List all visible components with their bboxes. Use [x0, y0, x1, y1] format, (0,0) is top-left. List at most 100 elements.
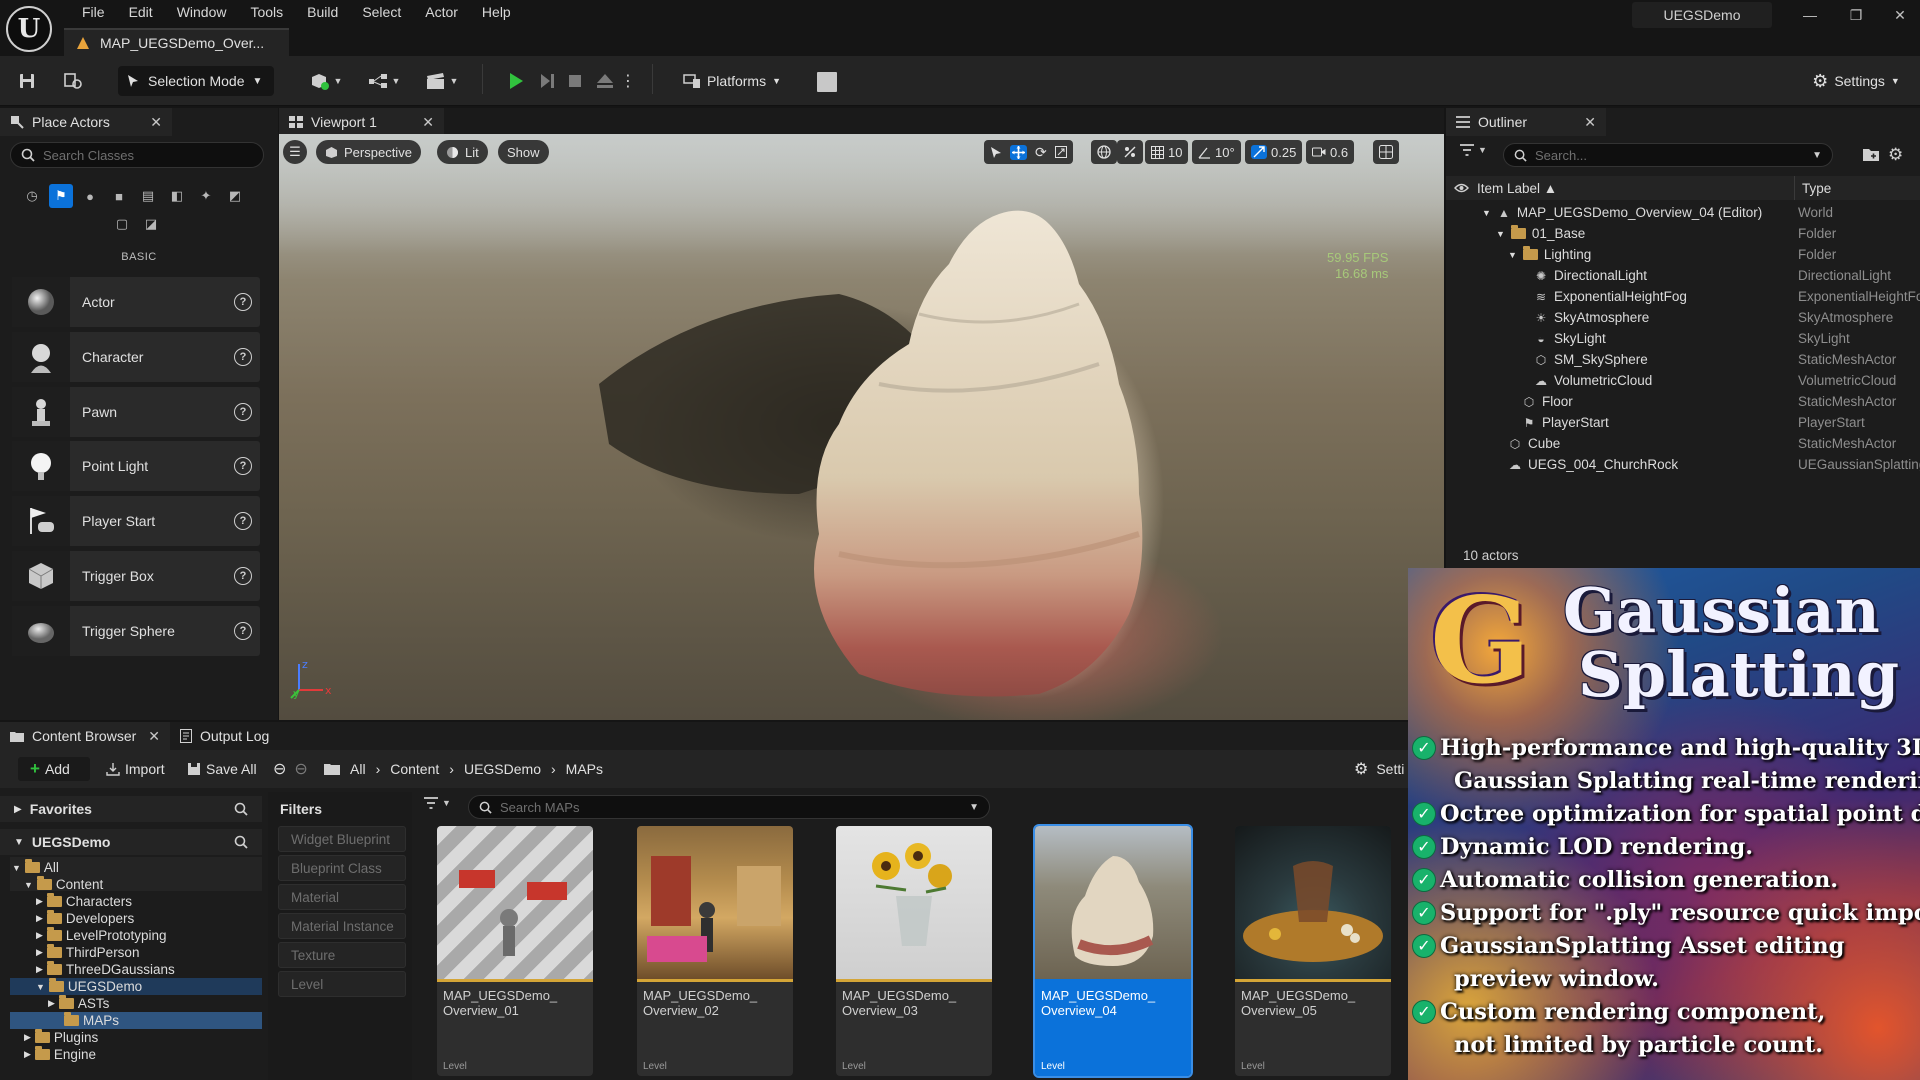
close-tab-icon[interactable]: ✕	[422, 114, 434, 131]
stop-button[interactable]	[562, 65, 588, 97]
place-actor-item[interactable]: Point Light ?	[12, 441, 260, 491]
outliner-search-input[interactable]: Search... ▼	[1503, 143, 1833, 167]
place-actor-item[interactable]: Trigger Sphere ?	[12, 606, 260, 656]
blueprints-button[interactable]: ▼	[364, 65, 404, 97]
tree-item[interactable]: ▶ Engine	[10, 1046, 262, 1063]
tree-item[interactable]: ▶ LevelPrototyping	[10, 927, 262, 944]
help-icon[interactable]: ?	[234, 403, 252, 421]
stop-simulation-square-icon[interactable]	[817, 72, 837, 92]
search-icon[interactable]	[234, 835, 248, 849]
search-icon[interactable]	[234, 802, 248, 816]
recent-clock-icon[interactable]: ◷	[20, 184, 44, 208]
asset-filter-button[interactable]: ▼	[424, 797, 451, 809]
camera-speed-button[interactable]: 0.6	[1306, 140, 1355, 164]
grid-snap-button[interactable]: 10	[1145, 140, 1189, 164]
save-icon[interactable]	[14, 65, 40, 97]
outliner-row[interactable]: ▼ ▲ MAP_UEGSDemo_Overview_04 (Editor) Worl…	[1446, 202, 1920, 223]
tree-item[interactable]: ▶ Characters	[10, 893, 262, 910]
world-local-toggle-globe-icon[interactable]	[1091, 140, 1117, 164]
visual-effects-icon[interactable]: ◧	[165, 184, 189, 208]
cinematic-icon[interactable]: ▤	[136, 184, 160, 208]
place-actor-item[interactable]: Actor ?	[12, 277, 260, 327]
menu-help[interactable]: Help	[470, 3, 523, 21]
outliner-row[interactable]: ◒ SkyLight SkyLight	[1446, 328, 1920, 349]
forward-arrow-icon[interactable]: ⊖	[294, 759, 307, 779]
geometry-icon[interactable]: ▢	[110, 212, 134, 236]
advance-frame-button[interactable]	[534, 65, 560, 97]
place-actor-item[interactable]: Player Start ?	[12, 496, 260, 546]
help-icon[interactable]: ?	[234, 567, 252, 585]
import-button[interactable]: Import	[106, 757, 165, 781]
filter-material-instance[interactable]: Material Instance	[278, 913, 406, 939]
type-column[interactable]: Type	[1794, 181, 1831, 196]
outliner-filter-button[interactable]: ▼	[1460, 144, 1487, 156]
item-label-column[interactable]: Item Label ▲	[1477, 181, 1557, 196]
outliner-row[interactable]: ⚑ PlayerStart PlayerStart	[1446, 412, 1920, 433]
place-actor-item[interactable]: Trigger Box ?	[12, 551, 260, 601]
basic-shapes-icon[interactable]: ⚑	[49, 184, 73, 208]
filter-blueprint-class[interactable]: Blueprint Class	[278, 855, 406, 881]
viewport-layout-icon[interactable]	[1373, 140, 1399, 164]
outliner-row[interactable]: ☁ VolumetricCloud VolumetricCloud	[1446, 370, 1920, 391]
asset-tile-selected[interactable]: MAP_UEGSDemo_ Overview_04 Level	[1033, 824, 1193, 1078]
asset-tile[interactable]: MAP_UEGSDemo_ Overview_01 Level	[437, 826, 593, 1076]
tab-place-actors[interactable]: Place Actors ✕	[0, 108, 172, 136]
volumes-icon[interactable]: ✦	[194, 184, 218, 208]
tree-item[interactable]: ▶ ASTs	[10, 995, 262, 1012]
show-flags-dropdown[interactable]: Show	[498, 140, 549, 164]
tab-outliner[interactable]: Outliner ✕	[1446, 108, 1606, 136]
filter-texture[interactable]: Texture	[278, 942, 406, 968]
outliner-row[interactable]: ⬡ SM_SkySphere StaticMeshActor	[1446, 349, 1920, 370]
minimize-button[interactable]: —	[1792, 4, 1828, 26]
tree-item[interactable]: ▼ Content	[10, 876, 262, 893]
tree-item[interactable]: ▼ UEGSDemo	[10, 978, 262, 995]
unreal-logo-icon[interactable]: U	[6, 6, 52, 52]
level-viewport[interactable]: ☰ Perspective Lit Show ⟳ 10 10° 0.25 0.6…	[279, 134, 1444, 720]
visibility-eye-icon[interactable]	[1454, 183, 1469, 193]
filter-material[interactable]: Material	[278, 884, 406, 910]
outliner-row[interactable]: ▼ 01_Base Folder	[1446, 223, 1920, 244]
content-browser-settings-button[interactable]: ⚙ Setti	[1354, 757, 1404, 781]
outliner-row[interactable]: ⬡ Cube StaticMeshActor	[1446, 433, 1920, 454]
filter-widget-blueprint[interactable]: Widget Blueprint	[278, 826, 406, 852]
help-icon[interactable]: ?	[234, 348, 252, 366]
tab-output-log[interactable]: Output Log	[180, 722, 269, 750]
play-options-kebab-icon[interactable]: ⋮	[620, 65, 636, 97]
save-all-button[interactable]: Save All	[187, 757, 257, 781]
menu-tools[interactable]: Tools	[238, 3, 295, 21]
viewport-options-hamburger-icon[interactable]: ☰	[283, 140, 307, 164]
asset-tile[interactable]: MAP_UEGSDemo_ Overview_03 Level	[836, 826, 992, 1076]
all-classes-icon[interactable]: ◩	[223, 184, 247, 208]
platforms-dropdown[interactable]: Platforms ▼	[678, 65, 786, 97]
outliner-row[interactable]: ☁ UEGS_004_ChurchRock UEGaussianSplatting	[1446, 454, 1920, 475]
tree-item[interactable]: ▼ All	[10, 859, 262, 876]
tab-content-browser[interactable]: Content Browser ✕	[0, 722, 170, 750]
lights-bulb-icon[interactable]: ●	[78, 184, 102, 208]
gear-icon[interactable]: ⚙	[1888, 145, 1903, 165]
restore-button[interactable]: ❐	[1838, 4, 1874, 26]
outliner-row[interactable]: ▼ Lighting Folder	[1446, 244, 1920, 265]
help-icon[interactable]: ?	[234, 293, 252, 311]
breadcrumb-all[interactable]: All	[350, 761, 366, 777]
close-tab-icon[interactable]: ✕	[148, 728, 160, 745]
perspective-dropdown[interactable]: Perspective	[316, 140, 421, 164]
tree-item[interactable]: ▶ Plugins	[10, 1029, 262, 1046]
help-icon[interactable]: ?	[234, 457, 252, 475]
project-sources-header[interactable]: ▼ UEGSDemo	[0, 829, 262, 855]
add-actor-button[interactable]: ▼	[306, 65, 346, 97]
menu-actor[interactable]: Actor	[413, 3, 470, 21]
place-actor-item[interactable]: Pawn ?	[12, 387, 260, 437]
favorites-header[interactable]: ▶ Favorites	[0, 796, 262, 822]
rotation-snap-button[interactable]: 10°	[1192, 140, 1241, 164]
menu-select[interactable]: Select	[350, 3, 413, 21]
place-actor-item[interactable]: Character ?	[12, 332, 260, 382]
scale-icon[interactable]	[1054, 146, 1067, 158]
add-button[interactable]: + Add	[18, 757, 90, 781]
close-window-button[interactable]: ✕	[1882, 4, 1918, 26]
tree-item-selected[interactable]: MAPs	[10, 1012, 262, 1029]
selection-mode-dropdown[interactable]: Selection Mode ▼	[118, 66, 274, 96]
eject-button[interactable]	[592, 65, 618, 97]
menu-edit[interactable]: Edit	[117, 3, 165, 21]
help-icon[interactable]: ?	[234, 512, 252, 530]
back-arrow-icon[interactable]: ⊖	[273, 759, 286, 779]
